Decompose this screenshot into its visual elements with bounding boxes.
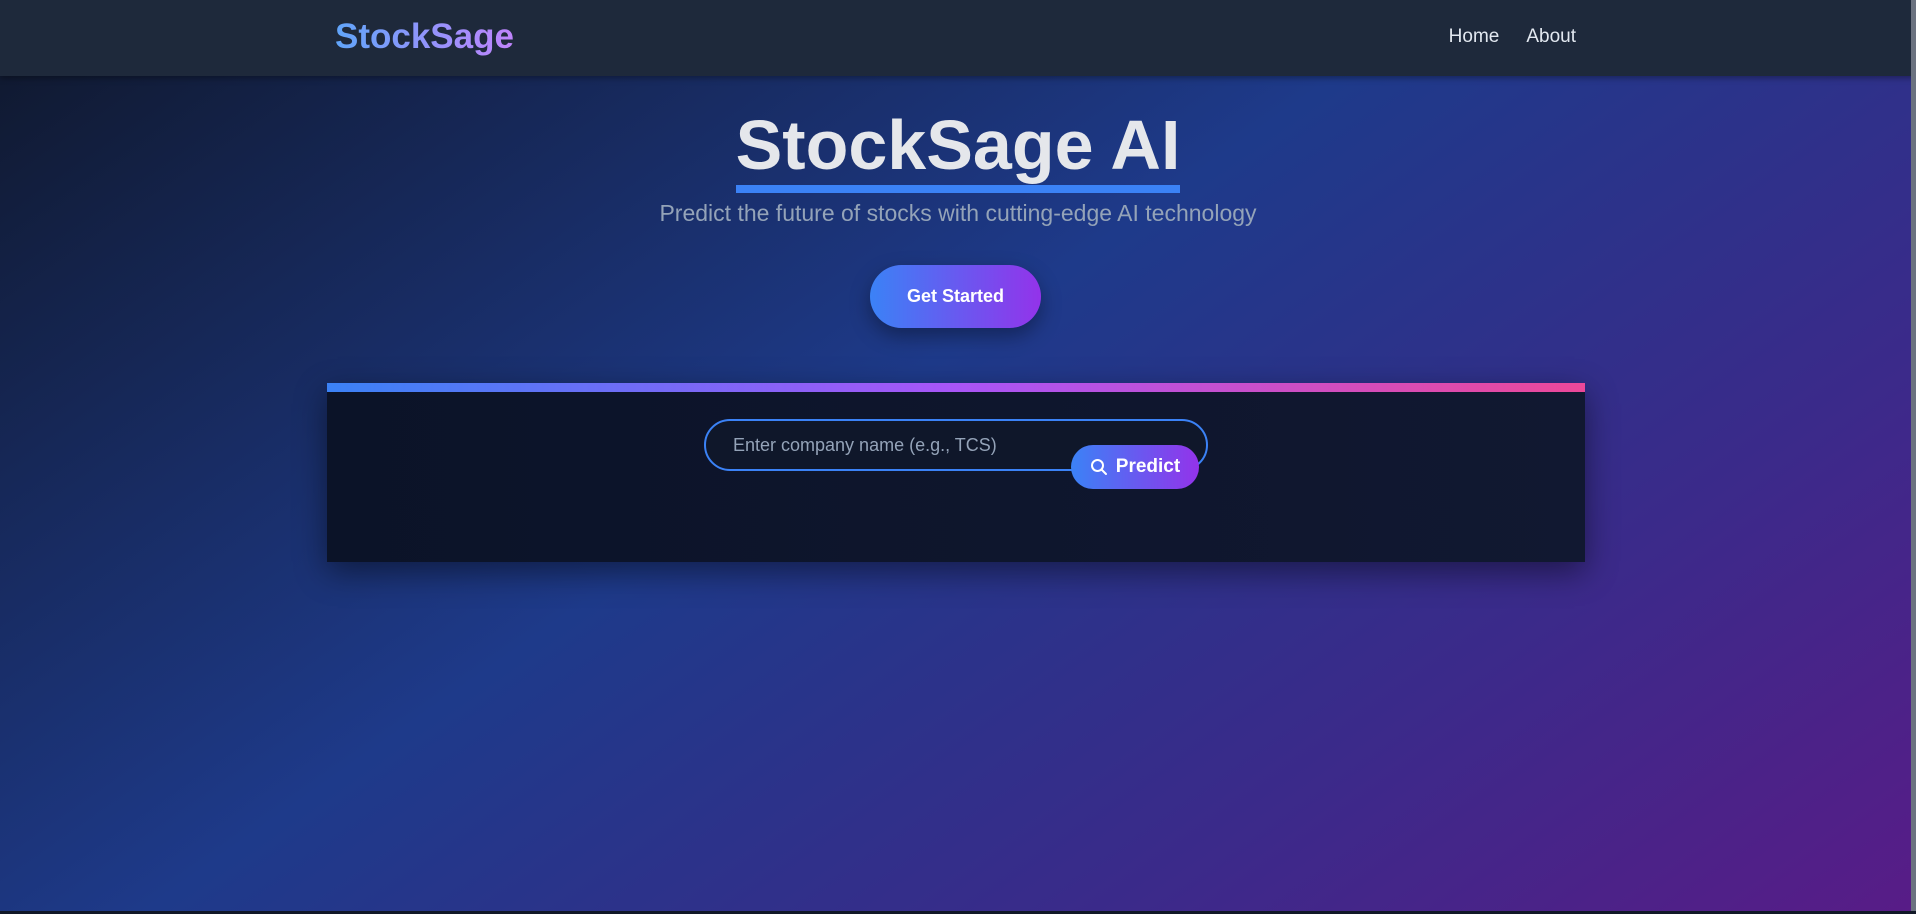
nav-link-home[interactable]: Home [1449, 25, 1500, 49]
get-started-button[interactable]: Get Started [870, 265, 1041, 328]
nav-link-about[interactable]: About [1526, 25, 1576, 49]
hero-subtitle: Predict the future of stocks with cuttin… [659, 200, 1257, 226]
predict-button[interactable]: Predict [1071, 445, 1199, 489]
card-accent-bar [327, 383, 1585, 392]
search-icon [1090, 458, 1108, 476]
predict-button-label: Predict [1115, 456, 1181, 477]
navbar: StockSage Home About [0, 0, 1916, 76]
page-scrollbar[interactable] [1911, 0, 1916, 914]
search-card: Predict [327, 383, 1585, 562]
hero-title: StockSage AI [0, 103, 1916, 193]
nav-links: Home About [1449, 25, 1576, 49]
brand-logo[interactable]: StockSage [335, 16, 514, 58]
hero-title-text: StockSage AI [735, 105, 1181, 193]
